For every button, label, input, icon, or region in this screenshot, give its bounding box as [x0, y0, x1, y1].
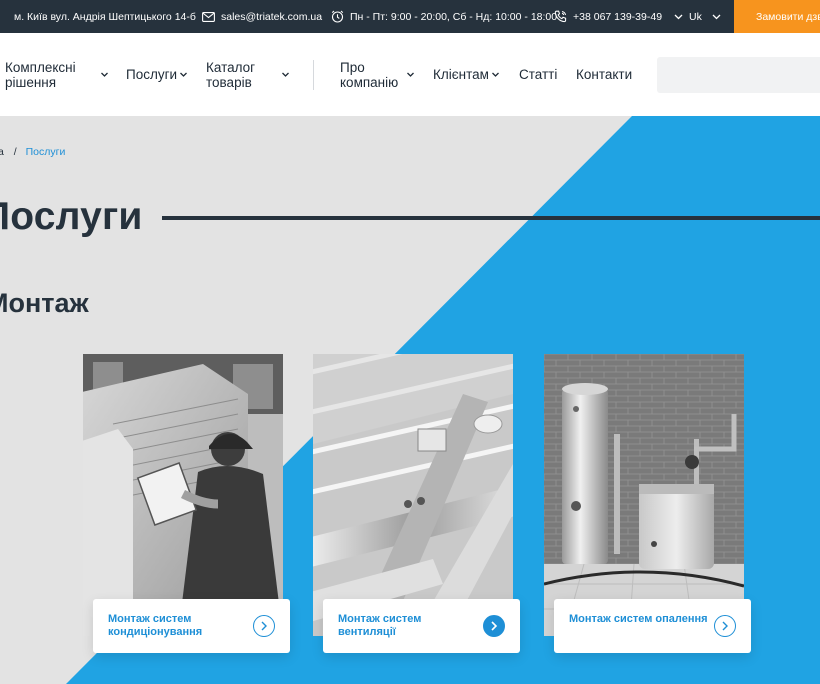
card-label-box[interactable]: Монтаж систем вентиляції [323, 599, 520, 653]
main-header: Комплексні рішення Послуги Каталог товар… [0, 33, 820, 116]
air-conditioner-photo [83, 354, 283, 636]
hours-item: Пн - Пт: 9:00 - 20:00, Сб - Нд: 10:00 - … [331, 0, 557, 33]
nav-complex-line2: рішення [5, 74, 57, 90]
section-title: Монтаж [0, 288, 89, 318]
card-label-box[interactable]: Монтаж систем кондиціонування [93, 599, 290, 653]
order-call-button[interactable]: Замовити дзвінок [734, 0, 820, 33]
breadcrumb-home[interactable]: а [0, 146, 4, 158]
chevron-down-icon [712, 14, 721, 20]
language-select[interactable]: Uk [689, 0, 721, 33]
address-text: м. Київ вул. Андрія Шептицького 14-б [14, 10, 196, 23]
nav-complex-solutions[interactable]: Комплексні рішення [5, 33, 76, 116]
chevron-down-icon [180, 72, 187, 77]
phone-text: +38 067 139-39-49 [573, 10, 663, 23]
chevron-down-icon [674, 14, 683, 20]
hero-section: а / Послуги Послуги Монтаж [0, 116, 820, 684]
nav-clients-label: Клієнтам [433, 67, 489, 82]
nav-clients[interactable]: Клієнтам [433, 33, 489, 116]
email-text: sales@triatek.com.ua [221, 10, 323, 23]
chevron-down-icon [282, 72, 289, 77]
chevron-right-icon[interactable] [253, 615, 275, 637]
chevron-down-icon [101, 72, 108, 77]
boiler-room-photo [544, 354, 744, 636]
nav-catalog-line2: товарів [206, 74, 252, 90]
nav-contacts-label: Контакти [576, 67, 633, 82]
nav-articles-label: Статті [519, 67, 558, 82]
chevron-down-icon [407, 72, 414, 77]
ventilation-photo [313, 354, 513, 636]
nav-contacts[interactable]: Контакти [576, 33, 632, 116]
mail-icon [202, 11, 215, 22]
nav-services[interactable]: Послуги [126, 33, 177, 116]
address-item: м. Київ вул. Андрія Шептицького 14-б [14, 0, 196, 33]
search-input[interactable] [657, 57, 820, 93]
breadcrumb-current: Послуги [25, 146, 66, 158]
nav-about-line2: компанію [340, 74, 399, 90]
card-title: Монтаж систем кондиціонування [108, 613, 203, 638]
breadcrumb-separator: / [13, 146, 17, 158]
nav-divider [313, 60, 314, 90]
card-title: Монтаж систем вентиляції [338, 613, 422, 638]
card-title: Монтаж систем опалення [569, 613, 708, 625]
phone-icon [554, 10, 567, 23]
nav-catalog-line1: Каталог [206, 59, 256, 75]
nav-complex-line1: Комплексні [5, 59, 76, 75]
chevron-right-icon[interactable] [714, 615, 736, 637]
nav-about-line1: Про [340, 59, 365, 75]
nav-about[interactable]: Про компанію [340, 33, 398, 116]
card-label-box[interactable]: Монтаж систем опалення [554, 599, 751, 653]
nav-services-label: Послуги [126, 67, 178, 82]
page-title: Послуги [0, 195, 143, 238]
service-card-heating[interactable]: Монтаж систем опалення [544, 354, 751, 653]
hours-text: Пн - Пт: 9:00 - 20:00, Сб - Нд: 10:00 - … [350, 10, 558, 23]
language-text: Uk [689, 10, 702, 23]
nav-catalog[interactable]: Каталог товарів [206, 33, 255, 116]
title-underline [162, 216, 820, 220]
chevron-down-icon [492, 72, 499, 77]
top-bar: м. Київ вул. Андрія Шептицького 14-б sal… [0, 0, 820, 33]
chevron-right-icon[interactable] [483, 615, 505, 637]
breadcrumb: а / Послуги [0, 146, 65, 158]
service-card-ventilation[interactable]: Монтаж систем вентиляції [313, 354, 520, 653]
email-link[interactable]: sales@triatek.com.ua [202, 0, 322, 33]
service-card-air-conditioning[interactable]: Монтаж систем кондиціонування [83, 354, 290, 653]
nav-articles[interactable]: Статті [519, 33, 557, 116]
phone-dropdown[interactable]: +38 067 139-39-49 [554, 0, 683, 33]
order-call-label: Замовити дзвінок [756, 10, 820, 23]
clock-icon [331, 10, 344, 23]
